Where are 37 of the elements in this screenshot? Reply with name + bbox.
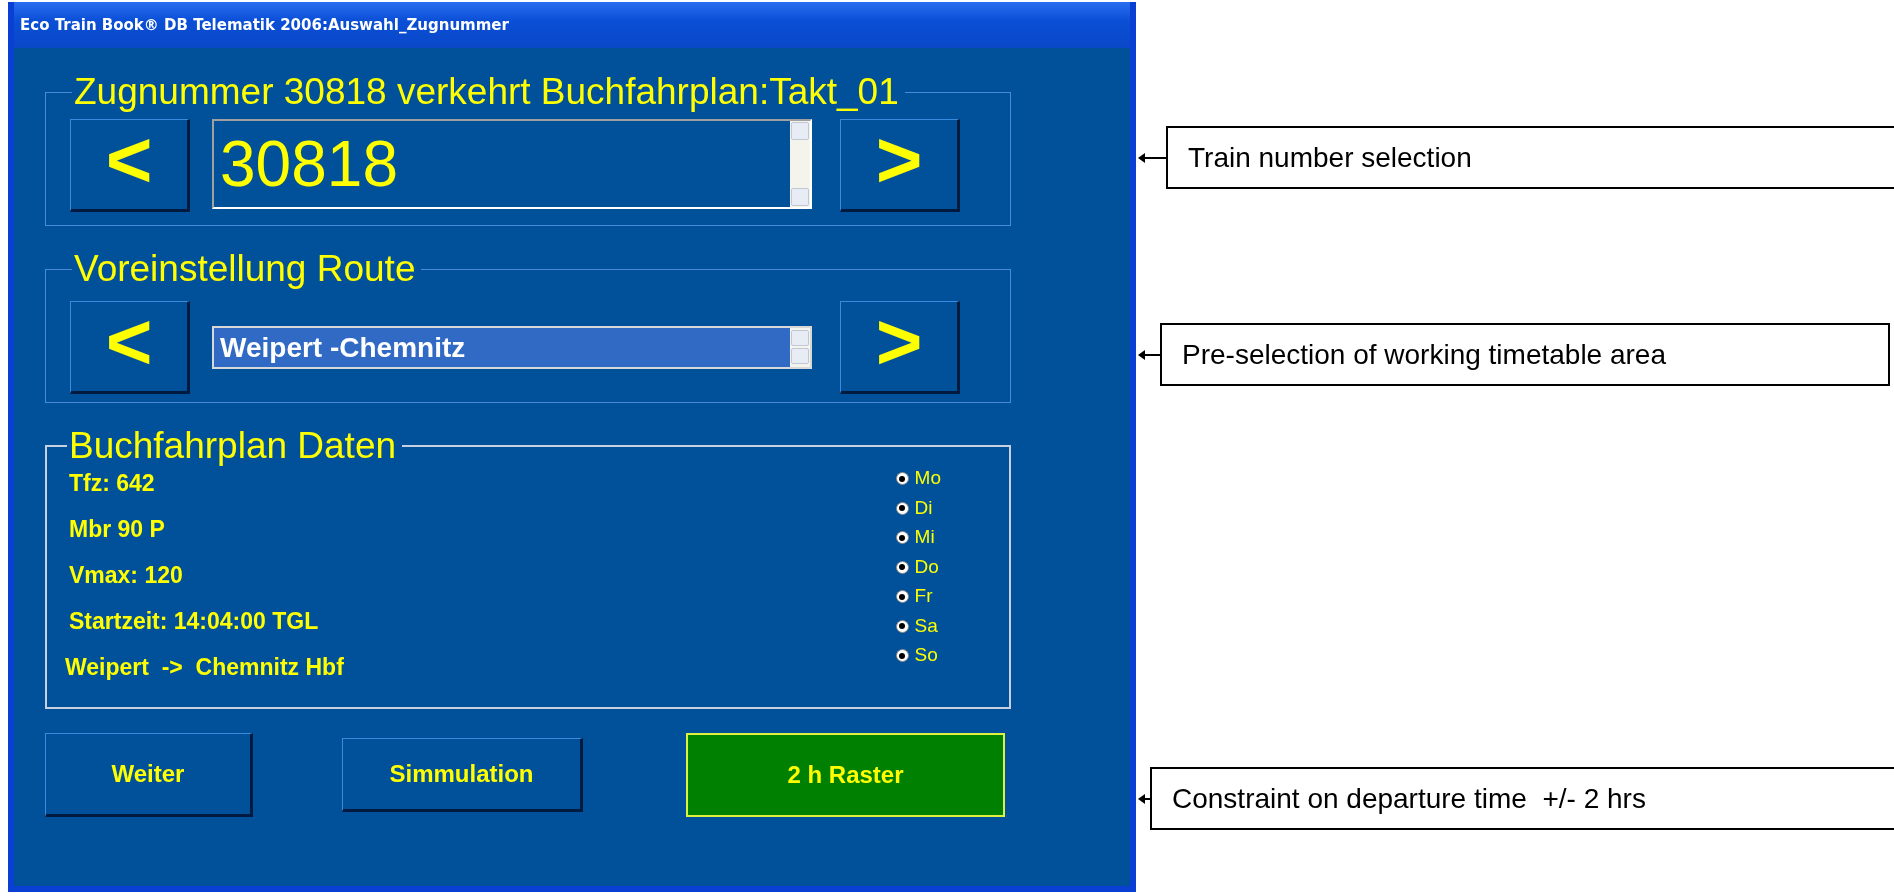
group-title: Buchfahrplan Daten <box>68 427 398 466</box>
window-title: Eco Train Book® DB Telematik 2006:Auswahl_Zugnummer <box>20 14 509 36</box>
pointer-arrow <box>1138 349 1160 360</box>
day-label: Fr <box>914 584 933 609</box>
radio-button[interactable] <box>895 560 909 574</box>
info-text: Weipert -> Chemnitz Hbf <box>65 652 344 682</box>
day-label: So <box>914 643 938 668</box>
previous-button[interactable]: < <box>70 300 190 394</box>
pointer-arrow <box>1138 793 1150 804</box>
next-button[interactable]: > <box>840 118 960 212</box>
callout-box: Pre-selection of working timetable area <box>1160 323 1890 386</box>
info-text: Startzeit: 14:04:00 TGL <box>69 606 320 636</box>
action-button[interactable]: 2 h Raster <box>686 733 1005 817</box>
radio-button[interactable] <box>895 590 909 604</box>
action-button[interactable]: Weiter <box>45 733 253 817</box>
info-text: Vmax: 120 <box>69 560 184 590</box>
radio-button[interactable] <box>895 501 909 515</box>
day-label: Mo <box>914 466 941 491</box>
radio-button[interactable] <box>895 649 909 663</box>
radio-button[interactable] <box>895 472 909 486</box>
scrollbar[interactable] <box>790 327 810 367</box>
radio-button[interactable] <box>895 619 909 633</box>
pointer-arrow <box>1138 152 1166 163</box>
next-button[interactable]: > <box>840 300 960 394</box>
day-label: Do <box>914 554 939 579</box>
day-label: Di <box>914 495 933 520</box>
previous-button[interactable]: < <box>70 118 190 212</box>
action-button[interactable]: Simmulation <box>342 738 583 812</box>
group-title: Zugnummer 30818 verkehrt Buchfahrplan:Takt_01 <box>73 73 900 112</box>
callout-box: Train number selection <box>1166 126 1894 189</box>
info-text: Tfz: 642 <box>69 468 156 498</box>
info-text: Mbr 90 P <box>69 514 166 544</box>
day-label: Mi <box>914 525 935 550</box>
day-label: Sa <box>914 613 938 638</box>
radio-button[interactable] <box>895 531 909 545</box>
group-title: Voreinstellung Route <box>73 250 417 289</box>
callout-box: Constraint on departure time +/- 2 hrs <box>1150 767 1894 830</box>
